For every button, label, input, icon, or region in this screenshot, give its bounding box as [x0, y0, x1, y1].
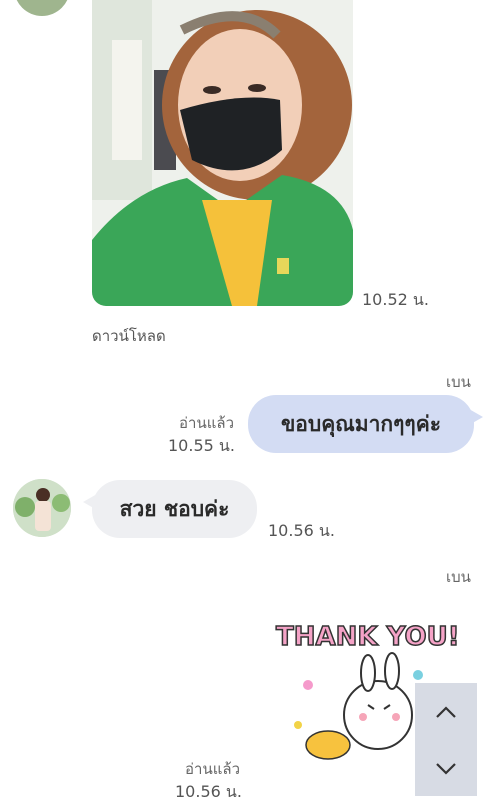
- read-status: อ่านแล้ว: [179, 414, 234, 432]
- message-time: 10.52 น.: [362, 290, 429, 309]
- incoming-message-bubble[interactable]: สวย ชอบค่ะ: [83, 480, 257, 538]
- chevron-down-icon: [436, 762, 456, 775]
- message-text: สวย ชอบค่ะ: [119, 496, 230, 521]
- outgoing-message-bubble[interactable]: ขอบคุณมากๆๆค่ะ: [248, 395, 483, 453]
- message-time: 10.56 น.: [175, 782, 242, 801]
- sender-name: เบน: [446, 373, 471, 391]
- scroll-up-button[interactable]: [415, 683, 477, 741]
- scroll-down-button[interactable]: [415, 741, 477, 796]
- photo-message[interactable]: [92, 0, 353, 306]
- avatar[interactable]: [14, 0, 70, 16]
- sender-name: เบน: [446, 568, 471, 586]
- read-status: อ่านแล้ว: [185, 760, 240, 778]
- message-time: 10.56 น.: [268, 521, 335, 540]
- avatar[interactable]: [13, 479, 71, 537]
- message-time: 10.55 น.: [168, 436, 235, 455]
- message-text: ขอบคุณมากๆๆค่ะ: [280, 411, 442, 436]
- download-link[interactable]: ดาวน์โหลด: [92, 324, 166, 348]
- sticker-text: THANK YOU!: [276, 622, 458, 652]
- chevron-up-icon: [436, 706, 456, 718]
